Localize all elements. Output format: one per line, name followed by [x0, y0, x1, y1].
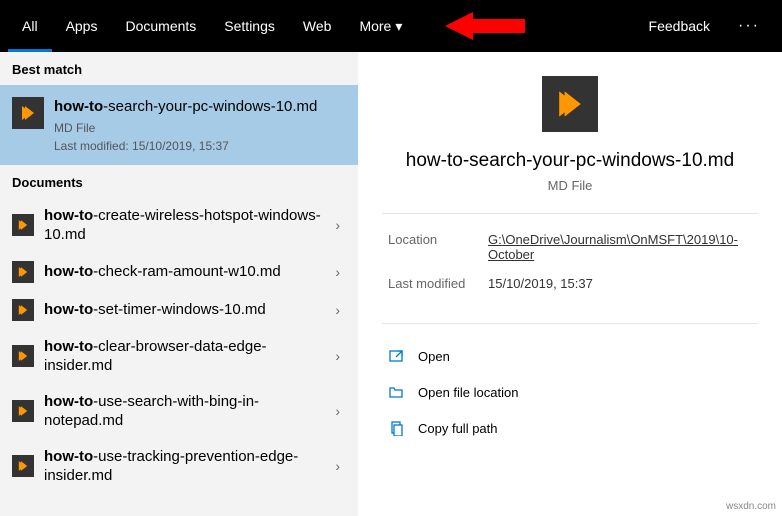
preview-type: MD File — [548, 178, 593, 193]
open-icon — [388, 348, 404, 364]
action-label: Open file location — [418, 385, 518, 400]
preview-title: how-to-search-your-pc-windows-10.md — [406, 150, 734, 172]
documents-header: Documents — [0, 165, 358, 198]
chevron-right-icon[interactable]: › — [329, 458, 346, 474]
feedback-button[interactable]: Feedback — [635, 0, 724, 52]
tab-all[interactable]: All — [8, 0, 52, 52]
results-panel: Best match how-to-search-your-pc-windows… — [0, 52, 358, 516]
chevron-right-icon[interactable]: › — [329, 264, 346, 280]
list-item[interactable]: how-to-clear-browser-data-edge-insider.m… — [0, 329, 358, 384]
best-match-result[interactable]: how-to-search-your-pc-windows-10.md MD F… — [0, 85, 358, 165]
result-title: how-to-clear-browser-data-edge-insider.m… — [44, 337, 329, 376]
action-label: Open — [418, 349, 450, 364]
result-modified: Last modified: 15/10/2019, 15:37 — [54, 139, 346, 153]
location-label: Location — [388, 232, 488, 262]
tab-more[interactable]: More▾ — [345, 0, 416, 52]
tab-web[interactable]: Web — [289, 0, 346, 52]
result-title: how-to-use-tracking-prevention-edge-insi… — [44, 447, 329, 486]
ellipsis-icon: ··· — [738, 17, 760, 35]
divider — [382, 323, 758, 324]
best-match-header: Best match — [0, 52, 358, 85]
list-item[interactable]: how-to-check-ram-amount-w10.md › — [0, 253, 358, 291]
file-icon — [12, 261, 34, 283]
copy-path-action[interactable]: Copy full path — [382, 410, 758, 446]
result-title: how-to-check-ram-amount-w10.md — [44, 262, 329, 282]
list-item[interactable]: how-to-set-timer-windows-10.md › — [0, 291, 358, 329]
preview-panel: how-to-search-your-pc-windows-10.md MD F… — [358, 52, 782, 516]
chevron-right-icon[interactable]: › — [329, 302, 346, 318]
result-title: how-to-set-timer-windows-10.md — [44, 300, 329, 320]
file-icon — [12, 214, 34, 236]
result-title: how-to-create-wireless-hotspot-windows-1… — [44, 206, 329, 245]
file-icon — [12, 400, 34, 422]
folder-icon — [388, 384, 404, 400]
chevron-down-icon: ▾ — [395, 18, 402, 35]
modified-label: Last modified — [388, 276, 488, 291]
preview-file-icon — [542, 76, 598, 132]
chevron-right-icon[interactable]: › — [329, 348, 346, 364]
location-link[interactable]: G:\OneDrive\Journalism\OnMSFT\2019\10-Oc… — [488, 232, 752, 262]
file-icon — [12, 455, 34, 477]
open-action[interactable]: Open — [382, 338, 758, 374]
filter-tabbar: All Apps Documents Settings Web More▾ Fe… — [0, 0, 782, 52]
list-item[interactable]: how-to-use-tracking-prevention-edge-insi… — [0, 439, 358, 494]
chevron-right-icon[interactable]: › — [329, 217, 346, 233]
open-location-action[interactable]: Open file location — [382, 374, 758, 410]
tab-settings[interactable]: Settings — [210, 0, 289, 52]
divider — [382, 213, 758, 214]
file-icon — [12, 299, 34, 321]
overflow-menu-button[interactable]: ··· — [724, 0, 774, 52]
list-item[interactable]: how-to-use-search-with-bing-in-notepad.m… — [0, 384, 358, 439]
tab-apps[interactable]: Apps — [52, 0, 112, 52]
result-title: how-to-search-your-pc-windows-10.md — [54, 97, 346, 117]
result-title: how-to-use-search-with-bing-in-notepad.m… — [44, 392, 329, 431]
copy-icon — [388, 420, 404, 436]
file-icon — [12, 97, 44, 129]
modified-value: 15/10/2019, 15:37 — [488, 276, 593, 291]
result-type: MD File — [54, 121, 346, 135]
chevron-right-icon[interactable]: › — [329, 403, 346, 419]
action-label: Copy full path — [418, 421, 498, 436]
file-icon — [12, 345, 34, 367]
watermark: wsxdn.com — [726, 501, 776, 512]
tab-documents[interactable]: Documents — [111, 0, 210, 52]
red-arrow-annotation-icon — [445, 12, 525, 40]
list-item[interactable]: how-to-create-wireless-hotspot-windows-1… — [0, 198, 358, 253]
